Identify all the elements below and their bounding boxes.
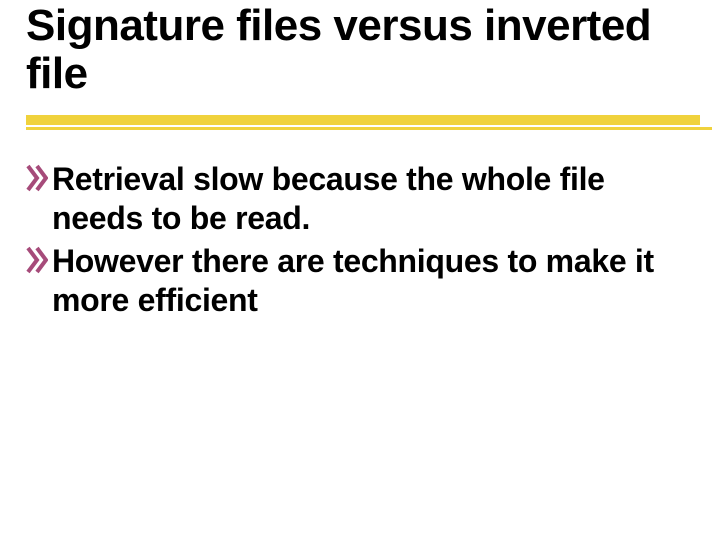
list-item: Retrieval slow because the whole file ne… <box>26 160 680 238</box>
underline-thin <box>26 127 712 130</box>
bullet-text: However there are techniques to make it … <box>52 243 654 318</box>
underline-thick <box>26 115 700 125</box>
slide: Signature files versus inverted file Ret… <box>0 0 720 540</box>
slide-title: Signature files versus inverted file <box>26 2 694 97</box>
bullet-icon <box>26 164 48 192</box>
bullet-icon <box>26 246 48 274</box>
slide-body: Retrieval slow because the whole file ne… <box>26 160 680 324</box>
list-item: However there are techniques to make it … <box>26 242 680 320</box>
bullet-text: Retrieval slow because the whole file ne… <box>52 161 605 236</box>
title-underline <box>0 115 720 133</box>
